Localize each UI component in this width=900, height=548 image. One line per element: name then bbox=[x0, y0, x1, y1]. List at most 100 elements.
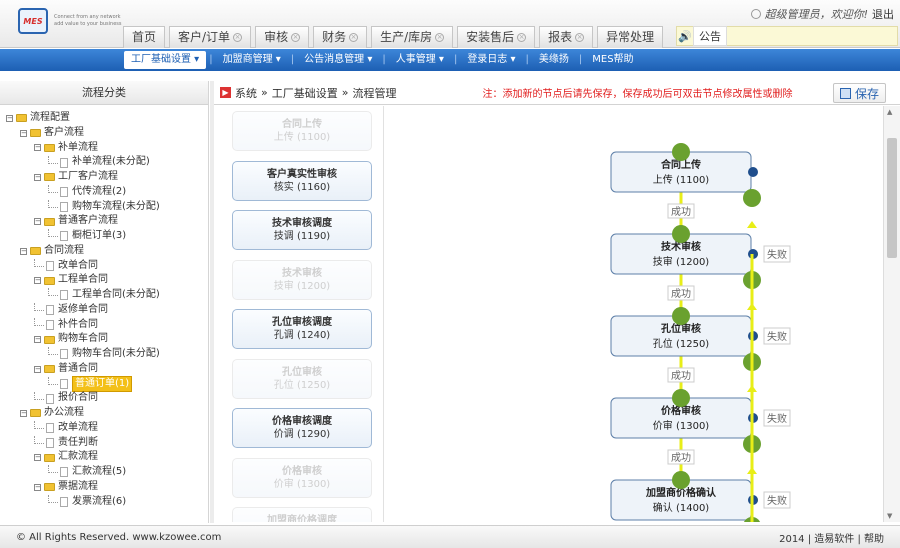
tree-node-label: 报价合同 bbox=[58, 392, 98, 404]
tree-node[interactable]: − 购物车合同 bbox=[0, 332, 208, 347]
tree-node[interactable]: 汇款流程(5) bbox=[0, 465, 208, 480]
tree-node[interactable]: 报价合同 bbox=[0, 391, 208, 406]
scroll-up-icon[interactable]: ▲ bbox=[887, 108, 892, 116]
tab-1[interactable]: 客户/订单 × bbox=[169, 26, 252, 48]
nav-item-3[interactable]: 人事管理 ▾ bbox=[389, 49, 451, 71]
palette-node-title: 价格审核 bbox=[282, 465, 322, 477]
scroll-thumb[interactable] bbox=[887, 138, 897, 258]
tree-node[interactable]: − 补单流程 bbox=[0, 141, 208, 156]
tree-node[interactable]: 改单流程 bbox=[0, 421, 208, 436]
collapse-toggle-icon[interactable]: − bbox=[34, 336, 41, 344]
tree-node[interactable]: 责任判断 bbox=[0, 435, 208, 451]
tree-node[interactable]: − 工程单合同 bbox=[0, 273, 208, 288]
folder-icon bbox=[44, 217, 55, 226]
tab-3[interactable]: 财务 × bbox=[313, 26, 368, 48]
collapse-toggle-icon[interactable]: − bbox=[34, 483, 41, 491]
document-icon bbox=[46, 393, 54, 404]
close-icon[interactable]: × bbox=[291, 33, 301, 42]
tree-node[interactable]: − 流程配置 bbox=[0, 111, 208, 126]
tree-node[interactable]: − 客户流程 bbox=[0, 126, 208, 141]
arrow-icon bbox=[747, 467, 757, 474]
tree-node[interactable]: − 合同流程 bbox=[0, 244, 208, 259]
tree-node[interactable]: 工程单合同(未分配) bbox=[0, 288, 208, 303]
tree-node[interactable]: 改单合同 bbox=[0, 258, 208, 274]
palette-node[interactable]: 客户真实性审核 核实 (1160) bbox=[232, 160, 372, 201]
tree-node[interactable]: 普通订单(1) bbox=[0, 375, 208, 393]
collapse-toggle-icon[interactable]: − bbox=[34, 365, 41, 373]
nav-item-1[interactable]: 加盟商管理 ▾ bbox=[216, 49, 288, 71]
nav-item-5[interactable]: 美缘扬 bbox=[532, 49, 576, 71]
fail-port[interactable] bbox=[743, 189, 761, 207]
tab-0[interactable]: 首页 bbox=[123, 26, 166, 48]
input-port[interactable] bbox=[672, 389, 690, 407]
nav-item-2[interactable]: 公告消息管理 ▾ bbox=[297, 49, 379, 71]
collapse-toggle-icon[interactable]: − bbox=[6, 114, 13, 122]
collapse-toggle-icon[interactable]: − bbox=[20, 129, 27, 137]
tab-2[interactable]: 审核 × bbox=[255, 26, 310, 48]
tree-node[interactable]: − 普通合同 bbox=[0, 362, 208, 377]
tree-node[interactable]: 代传流程(2) bbox=[0, 185, 208, 200]
tree-node[interactable]: − 办公流程 bbox=[0, 406, 208, 421]
collapse-toggle-icon[interactable]: − bbox=[34, 277, 41, 285]
close-icon[interactable]: × bbox=[517, 33, 527, 42]
collapse-toggle-icon[interactable]: − bbox=[34, 144, 41, 152]
footer-links[interactable]: 2014 | 造易软件 | 帮助 bbox=[779, 530, 884, 545]
tree-node[interactable]: 购物车合同(未分配) bbox=[0, 347, 208, 362]
palette-node[interactable]: 价格审核调度 价调 (1290) bbox=[232, 408, 372, 448]
sidebar: 流程分类 − 流程配置 − 客户流程 − 补单流程 补单流程(未分配) − 工厂客户流程 代传流程… bbox=[0, 81, 209, 523]
tree-node-label: 工程单合同 bbox=[58, 274, 108, 286]
tree-node[interactable]: − 汇款流程 bbox=[0, 450, 208, 465]
tab-4[interactable]: 生产/库房 × bbox=[371, 26, 454, 48]
close-icon[interactable]: × bbox=[349, 33, 359, 42]
success-label: 成功 bbox=[671, 370, 691, 382]
input-port[interactable] bbox=[672, 225, 690, 243]
input-port[interactable] bbox=[672, 471, 690, 489]
close-icon[interactable]: × bbox=[575, 33, 585, 42]
collapse-toggle-icon[interactable]: − bbox=[20, 409, 27, 417]
flow-canvas[interactable]: 成功 合同上传 上传 (1100) 成功 失败 技术审核 技审 (1200) 成功 失败 孔位审核… bbox=[385, 106, 882, 522]
input-port[interactable] bbox=[672, 307, 690, 325]
fail-label: 失败 bbox=[767, 412, 787, 425]
collapse-toggle-icon[interactable]: − bbox=[34, 218, 41, 226]
nav-item-4[interactable]: 登录日志 ▾ bbox=[460, 49, 522, 71]
tree-node-label: 购物车合同(未分配) bbox=[72, 348, 160, 359]
tree-node[interactable]: − 普通客户流程 bbox=[0, 214, 208, 229]
scroll-down-icon[interactable]: ▼ bbox=[887, 512, 892, 520]
tree-node-label: 流程配置 bbox=[30, 112, 70, 123]
tab-5[interactable]: 安装售后 × bbox=[457, 26, 536, 48]
vertical-scrollbar[interactable]: ▲ ▼ bbox=[883, 106, 900, 522]
close-icon[interactable]: × bbox=[435, 33, 445, 42]
tab-7[interactable]: 异常处理 bbox=[597, 26, 664, 48]
success-label: 成功 bbox=[671, 288, 691, 300]
logout-link[interactable]: 退出 bbox=[872, 6, 894, 22]
tree-node[interactable]: 发票流程(6) bbox=[0, 494, 208, 510]
output-port[interactable] bbox=[748, 167, 758, 177]
tree-node[interactable]: − 工厂客户流程 bbox=[0, 170, 208, 185]
close-icon[interactable]: × bbox=[233, 33, 243, 42]
save-button[interactable]: 保存 bbox=[832, 83, 886, 103]
input-port[interactable] bbox=[672, 143, 690, 161]
tab-label: 异常处理 bbox=[606, 30, 655, 44]
tree-node[interactable]: 返修单合同 bbox=[0, 303, 208, 318]
collapse-toggle-icon[interactable]: − bbox=[34, 454, 41, 462]
nav-item-6[interactable]: MES帮助 bbox=[585, 49, 640, 71]
main-panel: ▶ 系统 » 工厂基础设置 » 流程管理 注：添加新的节点后请先保存，保存成功后… bbox=[214, 81, 900, 523]
document-icon bbox=[60, 290, 68, 301]
breadcrumb-factory[interactable]: 工厂基础设置 bbox=[272, 85, 338, 101]
collapse-toggle-icon[interactable]: − bbox=[20, 247, 27, 255]
breadcrumb-system[interactable]: 系统 bbox=[235, 85, 257, 101]
palette-node[interactable]: 孔位审核调度 孔调 (1240) bbox=[232, 309, 372, 349]
palette-node[interactable]: 技术审核调度 技调 (1190) bbox=[232, 210, 372, 250]
tree-node[interactable]: 补单流程(未分配) bbox=[0, 155, 208, 170]
palette-node-title: 加盟商价格调度 bbox=[267, 515, 337, 522]
save-warning: 注：添加新的节点后请先保存，保存成功后可双击节点修改属性或删除 bbox=[482, 89, 793, 100]
notice-bar[interactable]: 🔊 公告 bbox=[676, 26, 898, 46]
nav-item-0[interactable]: 工厂基础设置 ▾ bbox=[124, 51, 207, 69]
tree-node[interactable]: − 票据流程 bbox=[0, 480, 208, 495]
tree-node[interactable]: 购物车流程(未分配) bbox=[0, 199, 208, 215]
tree-node[interactable]: 补件合同 bbox=[0, 317, 208, 333]
tree-node[interactable]: 橱柜订单(3) bbox=[0, 229, 208, 244]
tab-6[interactable]: 报表 × bbox=[539, 26, 594, 48]
notice-label: 公告 bbox=[693, 26, 727, 46]
collapse-toggle-icon[interactable]: − bbox=[34, 173, 41, 181]
